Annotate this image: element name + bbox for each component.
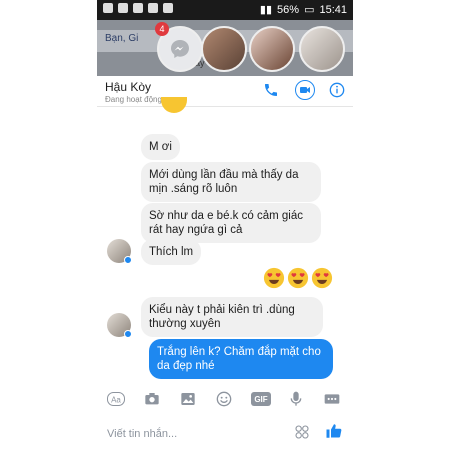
battery-label: 56% [277,3,300,16]
video-icon [300,87,310,93]
gif-button[interactable]: GIF [251,392,271,406]
heart-eyes-emoji-icon [263,267,285,289]
facebook-notif-icon-2 [133,3,143,13]
message-bubble-2: Mới dùng lần đầu mà thấy da mịn .sáng rõ… [141,162,321,202]
battery-icon: ▭ [304,4,315,16]
emoji-button[interactable] [293,423,311,441]
image-icon [181,393,195,405]
chathead-contact-1[interactable] [201,26,247,72]
status-bar: ▮▮ 56% ▭ 15:41 [97,0,353,20]
clock: 15:41 [319,3,347,16]
message-bubble-3: Sờ như da e bé.k có cảm giác rát hay ngứ… [141,203,321,243]
messenger-notif-icon [103,3,113,13]
active-status: Đang hoạt động [105,95,162,104]
chathead-contact-3[interactable] [299,26,345,72]
camera-icon [145,393,159,405]
background-app-text: Bạn, Gi [105,33,139,44]
contact-name[interactable]: Hậu Kòy [105,80,151,94]
info-button[interactable] [327,80,347,100]
messenger-badge-icon [124,256,132,264]
conversation-header: Hậu Kòy Đang hoạt động [97,76,353,107]
info-icon [329,82,345,98]
contact-avatar[interactable] [107,313,132,338]
composer-toolbar: Aa GIF [97,384,353,414]
text-style-button[interactable]: Aa [107,390,125,408]
message-bubble-1: M ơi [141,134,180,160]
chat-heads-row: Bạn, Gi Hằng Kay 4 [97,20,353,96]
heart-eyes-emoji-icon [311,267,333,289]
phone-notif-icon [163,3,173,13]
sent-emoji-group [263,267,333,289]
gallery-button[interactable] [179,390,197,408]
previous-emoji-partial [161,97,187,113]
messenger-badge-icon [124,330,132,338]
more-options-button[interactable] [323,390,341,408]
contact-avatar[interactable] [107,239,132,264]
camera-button[interactable] [143,390,161,408]
facebook-notif-icon [118,3,128,13]
video-call-button[interactable] [295,80,315,100]
message-bubble-5: Kiểu này t phải kiên trì .dùng thường xu… [141,297,323,337]
more-icon [324,394,340,404]
aa-icon: Aa [107,392,125,406]
heart-eyes-emoji-icon [287,267,309,289]
message-input[interactable]: Viết tin nhắn... [107,428,177,440]
phone-icon [265,84,277,96]
emoji-grid-icon [295,425,309,439]
composer-input-row: Viết tin nhắn... [97,418,353,448]
sticker-button[interactable] [215,390,233,408]
phone-screen: ▮▮ 56% ▭ 15:41 Bạn, Gi Hằng Kay 4 Hậu Kò… [97,0,353,450]
message-bubble-6: Trắng lên k? Chăm đắp mặt cho da đẹp nhé [149,339,333,379]
microphone-icon [290,391,302,406]
smiley-icon [216,391,232,407]
voice-button[interactable] [287,390,305,408]
thumbs-up-icon [326,424,342,438]
message-list[interactable]: M ơi Mới dùng lần đầu mà thấy da mịn .sá… [97,97,353,383]
system-indicators: ▮▮ 56% ▭ 15:41 [259,3,347,17]
notification-icons [103,3,173,13]
chathead-contact-2[interactable] [249,26,295,72]
svg-text:Aa: Aa [111,396,121,405]
call-button[interactable] [261,80,281,100]
signal-icon: ▮▮ [259,4,273,16]
unread-badge: 4 [155,22,169,36]
messenger-icon [171,40,189,58]
like-button[interactable] [325,422,343,440]
image-notif-icon [148,3,158,13]
message-bubble-4: Thích lm [141,239,202,265]
